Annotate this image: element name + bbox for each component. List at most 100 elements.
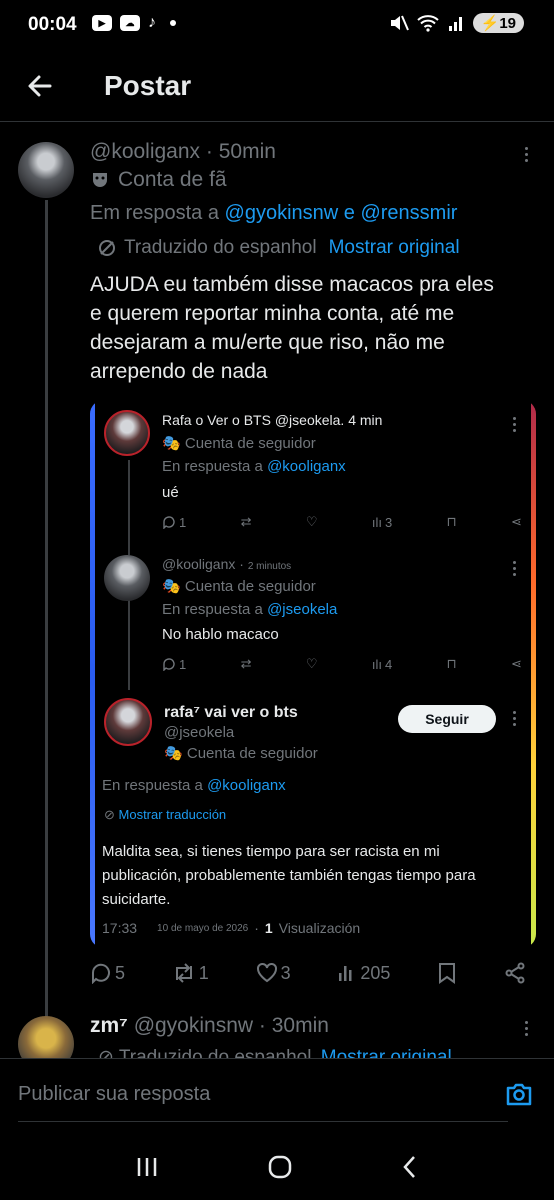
views-button[interactable]: 205 <box>337 963 390 984</box>
post-time: 50min <box>218 140 276 163</box>
embed-meta-views-count: 1 <box>264 920 273 936</box>
avatar[interactable] <box>18 142 74 198</box>
post-text: AJUDA eu também disse macacos pra eles e… <box>90 273 494 383</box>
camera-button[interactable] <box>504 1079 534 1109</box>
embed-reply-action: 1 <box>162 515 186 530</box>
tiktok-icon: ♪ <box>148 14 156 31</box>
reply-user-link[interactable]: @gyokinsnw <box>225 202 339 224</box>
embed-badge-label: Cuenta de seguidor <box>184 435 316 452</box>
embed-meta: 17:33 10 de mayo de 2026 · 1 Visualizaci… <box>102 920 361 936</box>
views-icon: ılı <box>371 514 382 530</box>
next-post-name[interactable]: zm⁷ <box>90 1014 128 1037</box>
top-bar: Postar <box>0 52 554 122</box>
reply-icon <box>163 516 175 529</box>
embed-reply-to: En respuesta a @kooliganx <box>162 458 346 475</box>
embed-time: 4 min <box>348 412 383 428</box>
embed-avatar <box>104 698 152 746</box>
embed-reply-user: @kooliganx <box>267 458 346 475</box>
share-icon: ⋖ <box>511 656 522 671</box>
embedded-image[interactable]: Rafa o Ver o BTS @jseokela. 4 min 🎭 Cuen… <box>90 400 536 948</box>
views-icon <box>339 966 352 981</box>
fan-badge: Conta de fã <box>90 168 227 192</box>
embed-tweet3-text: Maldita sea, si tienes tiempo para ser r… <box>102 843 476 908</box>
embed-avatar <box>104 410 150 456</box>
more-options-button[interactable] <box>516 1016 536 1040</box>
embed-reply-prefix: En respuesta a <box>102 777 203 794</box>
arrow-left-icon <box>28 75 52 97</box>
sky-icon: ☁ <box>120 15 140 31</box>
repost-button[interactable]: 1 <box>172 962 209 984</box>
thread-line <box>45 200 48 1020</box>
embed-badge: 🎭 Cuenta de seguidor <box>164 745 318 762</box>
like-button[interactable]: 3 <box>256 962 291 984</box>
reply-user-link[interactable]: @renssmir <box>360 202 457 224</box>
embed-tweet2-text: No hablo macaco <box>162 626 279 643</box>
embed-time: 2 minutos <box>247 561 292 572</box>
mask-icon <box>93 173 107 187</box>
battery-level: 19 <box>499 15 516 32</box>
translation-row: Traduzido do espanhol Mostrar original <box>98 237 460 259</box>
embed-badge-label: Cuenta de seguidor <box>186 745 318 762</box>
reply-prefix: Em resposta a <box>90 202 219 224</box>
embed-reply-prefix: En respuesta a <box>162 458 263 475</box>
system-nav-bar <box>0 1134 554 1200</box>
home-icon[interactable] <box>267 1154 293 1180</box>
signal-icon <box>448 17 462 31</box>
repost-count: 1 <box>198 962 209 983</box>
embed-views-count: 3 <box>384 514 393 530</box>
embed-name: rafa⁷ vai ver o bts <box>164 704 298 721</box>
status-right: ⚡19 <box>389 13 524 33</box>
repost-icon: ⇄ <box>240 656 252 671</box>
reply-to-line: Em resposta a @gyokinsnw e @renssmir <box>90 202 457 225</box>
embed-tweet1-header: Rafa o Ver o BTS @jseokela. 4 min <box>162 412 382 428</box>
embed-thread-line <box>128 600 130 690</box>
share-icon: ⋖ <box>511 514 522 529</box>
embed-views-action: ılı 4 <box>372 657 392 672</box>
embed-more-icon <box>504 706 524 730</box>
reply-underline <box>18 1121 508 1122</box>
embed-badge-label: Cuenta de seguidor <box>184 578 316 595</box>
embed-meta-views-label: Visualización <box>278 920 361 936</box>
notification-dot-icon <box>170 20 176 26</box>
wifi-icon <box>416 15 439 32</box>
bookmark-icon: ⊓ <box>446 656 457 671</box>
embed-reply-to: En respuesta a @kooliganx <box>102 777 286 794</box>
fan-badge-label: Conta de fã <box>118 168 227 191</box>
more-options-button[interactable] <box>516 142 536 166</box>
embed-reply-prefix: En respuesta a <box>162 601 263 618</box>
share-button[interactable] <box>504 962 526 984</box>
post-handle[interactable]: @kooliganx <box>90 140 200 163</box>
reply-and: e <box>343 202 355 224</box>
embed-meta-date: 10 de mayo de 2026 <box>157 922 249 934</box>
embed-views-action: ılı 3 <box>372 515 392 530</box>
embed-reply-to: En respuesta a @jseokela <box>162 601 337 618</box>
translate-icon <box>99 240 115 256</box>
back-button[interactable] <box>22 68 58 104</box>
embed-thread-line <box>128 460 130 555</box>
post-actions: 5 1 3 205 <box>90 962 526 984</box>
status-app-icons: ▶ ☁ ♪ <box>92 14 176 32</box>
heart-icon: ♡ <box>305 514 318 529</box>
back-nav-icon[interactable] <box>400 1154 420 1180</box>
embed-more-icon <box>504 412 524 436</box>
battery-indicator: ⚡19 <box>472 13 524 33</box>
embed-reply-user: @kooliganx <box>207 777 286 794</box>
reply-icon <box>91 963 110 984</box>
embed-reply-count: 1 <box>179 514 187 530</box>
embed-badge: 🎭 Cuenta de seguidor <box>162 435 316 452</box>
embed-actions: 1 ⇄ ♡ ılı 3 ⊓ ⋖ <box>162 514 522 530</box>
bookmark-button[interactable] <box>437 962 457 984</box>
embed-tweet3-name: rafa⁷ vai ver o bts <box>164 704 298 722</box>
camera-icon <box>506 1083 532 1106</box>
embed-handle: @jseokela. <box>274 412 345 428</box>
reply-input[interactable]: Publicar sua resposta <box>18 1083 210 1106</box>
bookmark-icon <box>439 963 456 984</box>
reply-button[interactable]: 5 <box>90 962 125 984</box>
embed-translation: ⊘ Mostrar traducción <box>104 807 227 822</box>
recent-apps-icon[interactable] <box>134 1155 160 1179</box>
embed-views-count: 4 <box>384 656 393 672</box>
show-original-link[interactable]: Mostrar original <box>329 237 460 259</box>
embed-reply-user: @jseokela <box>267 601 338 618</box>
follow-button: Seguir <box>398 705 496 733</box>
next-post-handle[interactable]: @gyokinsnw <box>134 1014 253 1037</box>
